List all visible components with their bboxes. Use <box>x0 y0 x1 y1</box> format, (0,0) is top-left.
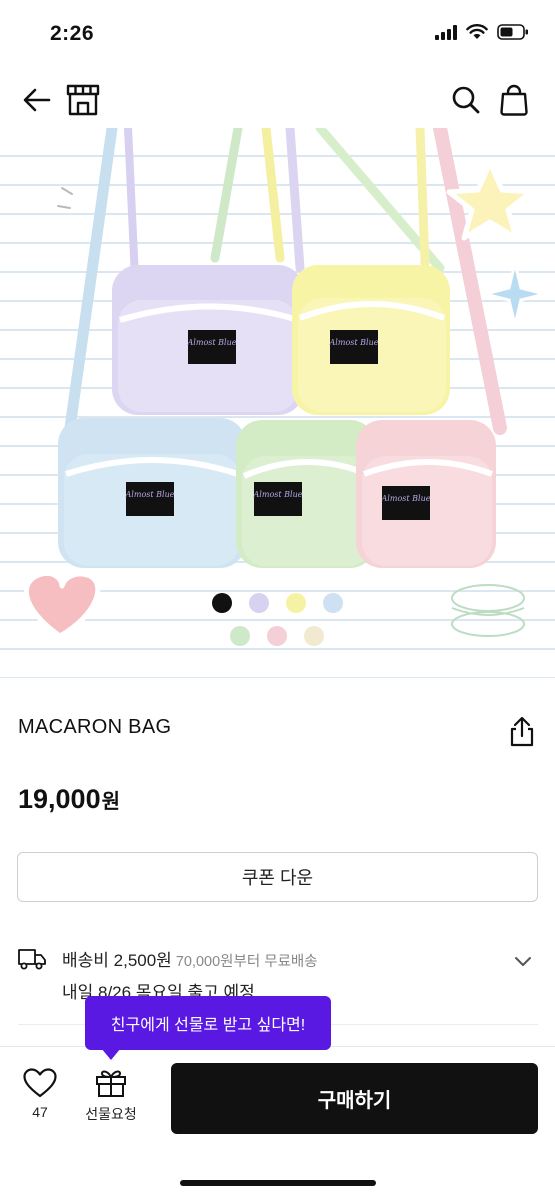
gift-icon <box>96 1070 126 1097</box>
svg-text:Almost Blue: Almost Blue <box>253 490 303 499</box>
nav-bar <box>0 70 555 128</box>
coupon-download-button[interactable]: 쿠폰 다운 <box>17 852 538 902</box>
product-photo: Almost Blue Almost Blue Almost Blue Almo… <box>24 128 546 646</box>
arrow-left-icon <box>23 88 51 112</box>
bag-pink: Almost Blue <box>356 420 496 568</box>
shopping-bag-icon <box>500 84 528 116</box>
search-button[interactable] <box>446 80 486 120</box>
svg-text:Almost Blue: Almost Blue <box>125 490 175 499</box>
color-swatches <box>212 593 343 646</box>
signal-icon <box>435 24 457 40</box>
store-icon <box>66 84 100 116</box>
macaron-doodle <box>451 584 525 637</box>
home-indicator <box>180 1180 376 1186</box>
bag-lavender: Almost Blue <box>112 265 304 415</box>
share-button[interactable] <box>502 712 542 752</box>
buy-button[interactable]: 구매하기 <box>171 1063 538 1134</box>
back-button[interactable] <box>17 80 57 120</box>
svg-text:Almost Blue: Almost Blue <box>187 338 237 347</box>
svg-text:Almost Blue: Almost Blue <box>329 338 379 347</box>
gift-request-button[interactable]: 선물요청 <box>76 1068 146 1132</box>
status-icons <box>435 24 529 40</box>
battery-icon <box>497 24 528 40</box>
price-value: 19,000 <box>18 784 101 814</box>
gift-request-tooltip: 친구에게 선물로 받고 싶다면! <box>85 996 331 1050</box>
price-currency: 원 <box>101 791 120 813</box>
heart-icon <box>23 1068 57 1098</box>
chevron-down-icon[interactable] <box>512 950 534 972</box>
status-bar: 2:26 <box>0 0 555 70</box>
gift-request-label: 선물요청 <box>85 1106 137 1122</box>
cart-button[interactable] <box>494 80 534 120</box>
bag-blue: Almost Blue <box>58 418 246 568</box>
status-time: 2:26 <box>50 22 95 45</box>
heart-sticker <box>24 570 101 639</box>
shipping-fee-value: 배송비 2,500원 <box>62 951 172 970</box>
product-image[interactable]: Almost Blue Almost Blue Almost Blue Almo… <box>0 128 555 678</box>
wifi-icon <box>466 24 488 39</box>
share-icon <box>510 716 534 747</box>
product-price: 19,000원 <box>18 784 120 815</box>
free-shipping-threshold: 70,000원부터 무료배송 <box>175 954 318 970</box>
like-count: 47 <box>32 1104 48 1120</box>
product-name: MACARON BAG <box>18 716 172 738</box>
bag-yellow: Almost Blue <box>292 265 450 415</box>
truck-icon <box>18 949 46 970</box>
like-button[interactable]: 47 <box>14 1068 66 1132</box>
shipping-fee: 배송비 2,500원 70,000원부터 무료배송 <box>62 946 318 971</box>
search-icon <box>452 86 480 114</box>
store-button[interactable] <box>63 80 103 120</box>
svg-text:Almost Blue: Almost Blue <box>381 494 431 503</box>
bag-green: Almost Blue <box>236 420 376 568</box>
tooltip-tail <box>101 1048 121 1060</box>
